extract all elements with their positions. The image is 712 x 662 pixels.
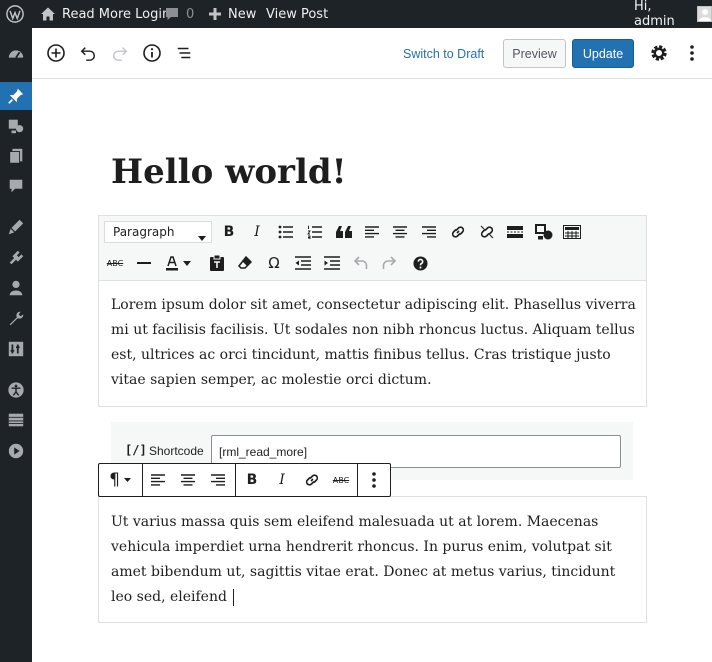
block-align-center-icon[interactable] [176,468,200,492]
format-select-value: Paragraph [113,225,175,239]
toolbar-divider [235,464,236,496]
site-name-label: Read More Login [62,6,171,22]
outdent-icon[interactable] [291,251,315,275]
bold-icon[interactable]: B [217,220,241,244]
settings-gear-icon[interactable] [647,41,671,65]
update-button[interactable]: Update [572,39,634,68]
toolbar-divider [357,464,358,496]
dashboard-icon[interactable] [0,40,32,68]
toolbar-divider [142,464,143,496]
switch-to-draft-button[interactable]: Switch to Draft [403,47,484,61]
greeting-label: Hi, admin [634,0,675,29]
info-icon[interactable] [140,41,164,65]
admin-sidebar [0,28,32,662]
italic-icon[interactable]: I [245,220,269,244]
table-layout-icon[interactable] [0,406,32,434]
paste-as-text-icon[interactable] [205,251,229,275]
add-block-icon[interactable] [44,41,68,65]
block-italic-icon[interactable]: I [270,468,294,492]
read-more-tag-icon[interactable] [503,220,527,244]
paragraph-text[interactable]: Ut varius massa quis sem eleifend malesu… [111,510,636,610]
classic-toolbar: Paragraph B I ABC Ω [99,216,646,281]
classic-block[interactable]: Paragraph B I ABC Ω Lorem ipsum dolor si… [98,215,647,407]
undo-icon[interactable] [76,41,100,65]
play-icon[interactable] [0,437,32,465]
paragraph-block[interactable]: Ut varius massa quis sem eleifend malesu… [98,496,647,623]
comments-icon[interactable] [0,172,32,200]
wordpress-logo-icon[interactable] [6,0,26,28]
classic-undo-icon[interactable] [349,251,373,275]
list-view-icon[interactable] [172,41,196,65]
classic-paragraph[interactable]: Lorem ipsum dolor sit amet, consectetur … [111,293,636,393]
appearance-icon[interactable] [0,213,32,241]
posts-pin-icon[interactable] [0,82,32,110]
toolbar-toggle-icon[interactable] [560,220,584,244]
editor-canvas: Hello world! Paragraph B I ABC Ω Lorem i… [32,80,712,662]
home-icon [40,6,56,22]
shortcode-label: Shortcode [149,444,204,458]
view-post-label: View Post [266,6,329,22]
block-strikethrough-icon[interactable]: ABC [329,468,353,492]
redo-icon[interactable] [108,41,132,65]
block-link-icon[interactable] [300,468,324,492]
block-more-options-icon[interactable] [362,468,386,492]
paragraph-block-type-icon[interactable]: ¶ [104,468,136,492]
pages-icon[interactable] [0,142,32,170]
special-character-icon[interactable]: Ω [262,251,286,275]
preview-button[interactable]: Preview [503,39,566,68]
accessibility-icon[interactable] [0,376,32,404]
add-media-icon[interactable] [532,220,556,244]
site-name-link[interactable]: Read More Login [40,0,170,28]
block-bold-icon[interactable]: B [240,468,264,492]
numbered-list-icon[interactable] [303,220,327,244]
block-toolbar: ¶ B I ABC [98,463,391,497]
block-align-left-icon[interactable] [146,468,170,492]
avatar [697,6,712,22]
paragraph-content: Ut varius massa quis sem eleifend malesu… [111,514,616,605]
tools-wrench-icon[interactable] [0,305,32,333]
align-right-icon[interactable] [417,220,441,244]
settings-sliders-icon[interactable] [0,335,32,363]
view-post-link[interactable]: View Post [266,0,328,28]
shortcode-value: [rml_read_more] [219,444,308,459]
strikethrough-icon[interactable]: ABC [103,251,127,275]
horizontal-line-icon[interactable] [132,251,156,275]
align-center-icon[interactable] [388,220,412,244]
indent-icon[interactable] [320,251,344,275]
align-left-icon[interactable] [360,220,384,244]
keyboard-shortcuts-help-icon[interactable] [408,251,432,275]
caret-down-icon [198,230,206,244]
bullet-list-icon[interactable] [274,220,298,244]
text-color-dropdown-icon[interactable] [181,251,193,275]
admin-bar: Read More Login 0 New View Post Hi, admi… [0,0,712,29]
link-icon[interactable] [446,220,470,244]
media-icon[interactable] [0,112,32,140]
shortcode-icon: [/] [125,443,147,457]
users-icon[interactable] [0,274,32,302]
clear-formatting-icon[interactable] [233,251,257,275]
blockquote-icon[interactable] [332,220,356,244]
more-options-icon[interactable] [680,41,704,65]
unlink-icon[interactable] [475,220,499,244]
classic-redo-icon[interactable] [377,251,401,275]
editor-toolbar: Switch to Draft Preview Update [32,28,712,79]
account-menu[interactable]: Hi, admin [634,0,712,29]
comment-icon [164,6,180,22]
block-align-right-icon[interactable] [206,468,230,492]
comments-link[interactable]: 0 [164,0,194,28]
text-cursor [233,588,235,606]
new-label: New [228,6,257,22]
plugins-icon[interactable] [0,244,32,272]
post-title[interactable]: Hello world! [111,150,347,194]
comments-count: 0 [186,6,195,22]
format-select[interactable]: Paragraph [104,221,212,243]
new-content-link[interactable]: New [208,0,256,28]
plus-icon [208,7,222,21]
